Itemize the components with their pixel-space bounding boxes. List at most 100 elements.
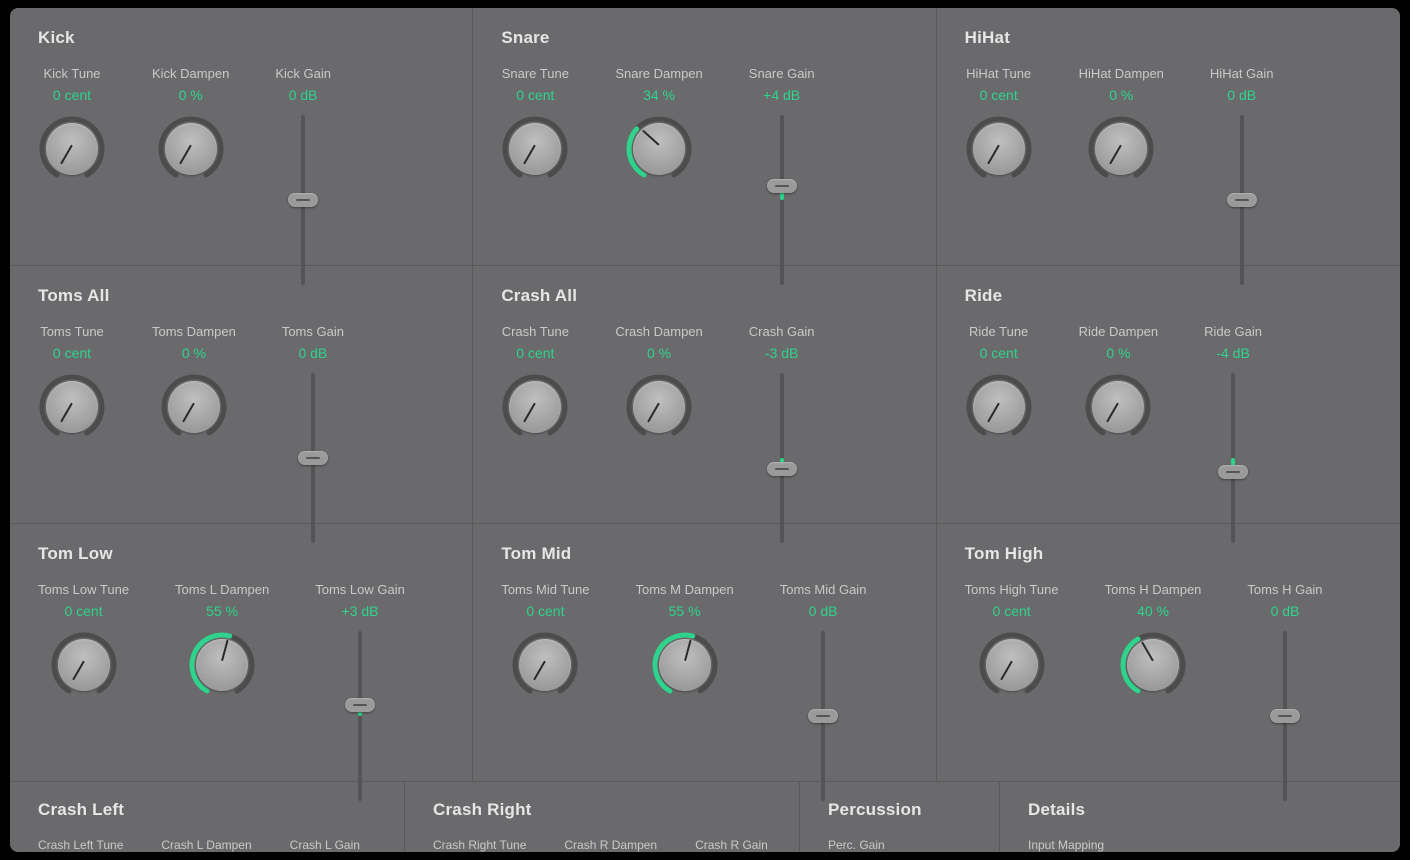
toms-gain-slider[interactable] [293, 373, 333, 543]
snare-dampen-value: 34 % [643, 87, 675, 103]
snare-gain-slider[interactable] [762, 115, 802, 285]
toms-l-dampen-control: Toms L Dampen55 % [175, 582, 269, 699]
hihat-tune-label: HiHat Tune [966, 66, 1031, 81]
ride-tune-knob[interactable] [965, 373, 1033, 441]
toms-high-tune-value: 0 cent [993, 603, 1031, 619]
toms-l-dampen-label: Toms L Dampen [175, 582, 269, 597]
toms-tune-label: Toms Tune [40, 324, 104, 339]
toms-dampen-knob[interactable] [160, 373, 228, 441]
section-crash-all: Crash AllCrash Tune0 centCrash Dampen0 %… [473, 266, 936, 524]
hihat-gain-slider[interactable] [1222, 115, 1262, 285]
toms-tune-knob[interactable] [38, 373, 106, 441]
toms-h-gain-label: Toms H Gain [1247, 582, 1322, 597]
ride-gain-value: -4 dB [1216, 345, 1249, 361]
controls-row: Kick Tune0 centKick Dampen0 %Kick Gain0 … [38, 66, 444, 285]
crash-l-gain-control: Crash L Gain [290, 838, 360, 852]
section-title-tom-mid: Tom Mid [501, 544, 907, 564]
ride-gain-label: Ride Gain [1204, 324, 1262, 339]
perc-gain-control: Perc. Gain [828, 838, 885, 852]
section-title-hihat: HiHat [965, 28, 1372, 48]
hihat-gain-label: HiHat Gain [1210, 66, 1274, 81]
ride-dampen-value: 0 % [1106, 345, 1130, 361]
section-title-percussion: Percussion [828, 800, 971, 820]
toms-gain-control: Toms Gain 0 dB [282, 324, 344, 543]
crash-dampen-value: 0 % [647, 345, 671, 361]
toms-mid-gain-value: 0 dB [809, 603, 838, 619]
ride-dampen-label: Ride Dampen [1079, 324, 1159, 339]
crash-left-tune-label: Crash Left Tune [38, 838, 123, 852]
crash-dampen-control: Crash Dampen 0 % [615, 324, 702, 441]
crash-left-tune-control: Crash Left Tune [38, 838, 123, 852]
crash-dampen-label: Crash Dampen [615, 324, 702, 339]
controls-row: Ride Tune0 centRide Dampen0 %Ride Gain-4… [965, 324, 1372, 543]
crash-tune-knob[interactable] [501, 373, 569, 441]
mixer-bottom-row: Crash Left Crash Left Tune Crash L Dampen C… [10, 782, 1400, 852]
ride-dampen-knob[interactable] [1084, 373, 1152, 441]
toms-high-tune-control: Toms High Tune0 cent [965, 582, 1059, 699]
hihat-tune-knob[interactable] [965, 115, 1033, 183]
toms-low-tune-control: Toms Low Tune0 cent [38, 582, 129, 699]
ride-gain-slider[interactable] [1213, 373, 1253, 543]
section-snare: SnareSnare Tune0 centSnare Dampen34 %Sna… [473, 8, 936, 266]
section-crash-right: Crash RightCrash Right TuneCrash R Dampe… [405, 782, 800, 852]
toms-low-gain-slider[interactable] [340, 631, 380, 801]
toms-mid-gain-control: Toms Mid Gain0 dB [780, 582, 867, 801]
crash-tune-label: Crash Tune [502, 324, 569, 339]
toms-gain-value: 0 dB [298, 345, 327, 361]
controls-row: Toms High Tune0 centToms H Dampen40 %Tom… [965, 582, 1372, 801]
toms-h-gain-value: 0 dB [1271, 603, 1300, 619]
section-ride: RideRide Tune0 centRide Dampen0 %Ride Ga… [937, 266, 1400, 524]
toms-high-tune-knob[interactable] [978, 631, 1046, 699]
hihat-dampen-knob[interactable] [1087, 115, 1155, 183]
crash-gain-slider[interactable] [762, 373, 802, 543]
crash-tune-value: 0 cent [516, 345, 554, 361]
toms-low-tune-knob[interactable] [50, 631, 118, 699]
toms-h-gain-slider[interactable] [1265, 631, 1305, 801]
toms-h-dampen-value: 40 % [1137, 603, 1169, 619]
crash-tune-control: Crash Tune 0 cent [501, 324, 569, 441]
kick-tune-value: 0 cent [53, 87, 91, 103]
controls-row: HiHat Tune0 centHiHat Dampen0 %HiHat Gai… [965, 66, 1372, 285]
toms-gain-label: Toms Gain [282, 324, 344, 339]
toms-l-dampen-knob[interactable] [188, 631, 256, 699]
kick-gain-slider[interactable] [283, 115, 323, 285]
section-title-crash-left: Crash Left [38, 800, 376, 820]
toms-mid-gain-slider[interactable] [803, 631, 843, 801]
snare-dampen-knob[interactable] [625, 115, 693, 183]
perc-gain-label: Perc. Gain [828, 838, 885, 852]
crash-l-dampen-control: Crash L Dampen [161, 838, 251, 852]
crash-dampen-knob[interactable] [625, 373, 693, 441]
controls-row: Toms Tune0 centToms Dampen0 %Toms Gain0 … [38, 324, 444, 543]
toms-mid-tune-control: Toms Mid Tune0 cent [501, 582, 589, 699]
controls-row: Crash Tune 0 cent Crash Dampen 0 % Crash Gai… [501, 324, 907, 543]
ride-tune-value: 0 cent [980, 345, 1018, 361]
section-tom-high: Tom HighToms High Tune0 centToms H Dampe… [937, 524, 1400, 782]
snare-tune-knob[interactable] [501, 115, 569, 183]
crash-r-gain-control: Crash R Gain [695, 838, 768, 852]
snare-gain-label: Snare Gain [749, 66, 815, 81]
toms-m-dampen-value: 55 % [669, 603, 701, 619]
hihat-gain-value: 0 dB [1227, 87, 1256, 103]
kick-dampen-knob[interactable] [157, 115, 225, 183]
crash-gain-control: Crash Gain -3 dB [749, 324, 815, 543]
crash-gain-value: -3 dB [765, 345, 798, 361]
ride-dampen-control: Ride Dampen 0 % [1079, 324, 1159, 441]
kick-dampen-label: Kick Dampen [152, 66, 229, 81]
controls-row: Snare Tune0 cent Snare Dampen 34 % Snare Ga… [501, 66, 907, 285]
toms-m-dampen-knob[interactable] [651, 631, 719, 699]
controls-row: Input Mapping [1028, 838, 1372, 852]
crash-gain-label: Crash Gain [749, 324, 815, 339]
toms-h-gain-control: Toms H Gain 0 dB [1247, 582, 1322, 801]
toms-dampen-value: 0 % [182, 345, 206, 361]
controls-row: Toms Low Tune0 cent Toms L Dampen55 %Toms… [38, 582, 444, 801]
kick-tune-knob[interactable] [38, 115, 106, 183]
crash-right-tune-control: Crash Right Tune [433, 838, 526, 852]
section-tom-low: Tom LowToms Low Tune0 centToms L Dampen5… [10, 524, 473, 782]
input-mapping-label: Input Mapping [1028, 838, 1104, 852]
controls-row: Perc. Gain [828, 838, 971, 852]
snare-tune-control: Snare Tune0 cent [501, 66, 569, 183]
snare-dampen-label: Snare Dampen [615, 66, 702, 81]
toms-h-dampen-knob[interactable] [1119, 631, 1187, 699]
toms-mid-tune-knob[interactable] [511, 631, 579, 699]
snare-gain-value: +4 dB [763, 87, 800, 103]
